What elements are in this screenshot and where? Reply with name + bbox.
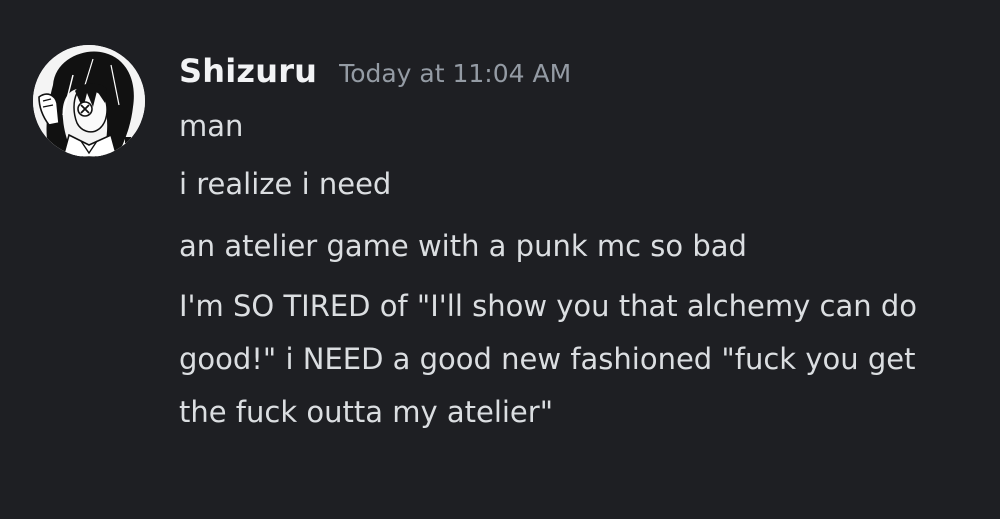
chat-message-screen: Shizuru Today at 11:04 AM man i realize … xyxy=(0,0,1000,519)
message-line: an atelier game with a punk mc so bad xyxy=(179,229,747,263)
user-avatar[interactable] xyxy=(33,45,145,157)
message-header: Shizuru Today at 11:04 AM xyxy=(179,52,979,104)
message-line: I'm SO TIRED of "I'll show you that alch… xyxy=(179,289,917,429)
anime-girl-avatar-icon xyxy=(33,45,145,157)
timestamp[interactable]: Today at 11:04 AM xyxy=(339,59,571,88)
message-line: i realize i need xyxy=(179,167,392,201)
message-body: Shizuru Today at 11:04 AM man i realize … xyxy=(179,52,979,439)
message-line: man xyxy=(179,109,244,143)
username[interactable]: Shizuru xyxy=(179,52,317,90)
